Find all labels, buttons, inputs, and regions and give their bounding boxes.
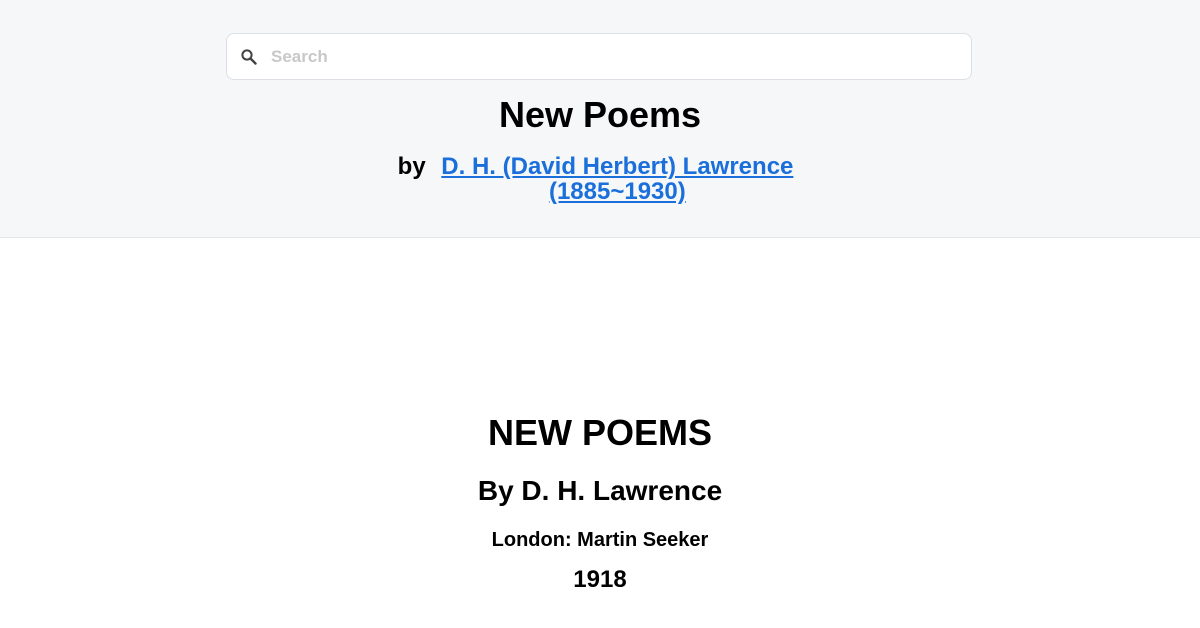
author-link[interactable]: D. H. (David Herbert) Lawrence (1885~193… [441,153,793,205]
search-box[interactable] [226,33,972,80]
byline: by D. H. (David Herbert) Lawrence (1885~… [0,154,1200,204]
search-input[interactable] [271,42,951,72]
content-year: 1918 [573,566,627,593]
page-header: New Poems by D. H. (David Herbert) Lawre… [0,0,1200,238]
content-publisher: London: Martin Seeker [491,529,709,551]
search-icon [240,48,258,66]
by-label: by [397,153,426,180]
content-title: NEW POEMS [487,412,712,453]
book-front-matter: NEW POEMS By D. H. Lawrence London: Mart… [0,238,1200,628]
book-title: New Poems [498,94,702,135]
content-author: By D. H. Lawrence [477,475,723,506]
